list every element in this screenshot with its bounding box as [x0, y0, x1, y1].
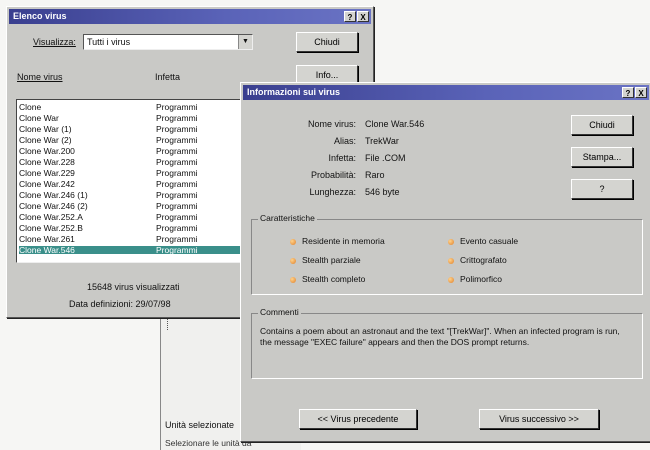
- alias-label: Alias:: [333, 136, 356, 146]
- comments-group: Commenti Contains a poem about an astron…: [251, 307, 643, 379]
- feature-item: Crittografato: [448, 255, 507, 265]
- virus-name-cell: Clone War.261: [19, 234, 75, 244]
- virus-infects-cell: Programmi: [156, 190, 198, 200]
- help-icon[interactable]: ?: [344, 11, 356, 22]
- virus-name-cell: Clone War.229: [19, 168, 75, 178]
- help-button[interactable]: ?: [571, 179, 633, 199]
- virus-infects-cell: Programmi: [156, 234, 198, 244]
- virus-infects-cell: Programmi: [156, 179, 198, 189]
- virus-infects-cell: Programmi: [156, 201, 198, 211]
- feature-item: Residente in memoria: [290, 236, 385, 246]
- virus-infects-cell: Programmi: [156, 135, 198, 145]
- virus-info-titlebar: Informazioni sui virus ? X: [243, 85, 649, 100]
- virus-name-cell: Clone: [19, 102, 42, 112]
- close-button[interactable]: Chiudi: [296, 32, 358, 52]
- view-select[interactable]: Tutti i virus ▼: [83, 34, 253, 50]
- virus-info-title: Informazioni sui virus: [247, 87, 341, 97]
- virus-info-window: Informazioni sui virus ? X Nome virus: C…: [240, 82, 650, 442]
- feature-item: Stealth completo: [290, 274, 365, 284]
- length-value: 546 byte: [365, 187, 400, 197]
- feature-bullet-icon: [448, 238, 454, 245]
- length-label: Lunghezza:: [309, 187, 356, 197]
- close-icon[interactable]: X: [635, 87, 647, 98]
- comments-title: Commenti: [258, 307, 301, 317]
- help-icon[interactable]: ?: [622, 87, 634, 98]
- features-title: Caratteristiche: [258, 213, 317, 223]
- virus-infects-cell: Programmi: [156, 212, 198, 222]
- virus-infects-cell: Programmi: [156, 102, 198, 112]
- col-infects-header[interactable]: Infetta: [155, 72, 180, 82]
- infects-label: Infetta:: [328, 153, 356, 163]
- virus-name-cell: Clone War.546: [19, 245, 75, 255]
- feature-item: Stealth parziale: [290, 255, 361, 265]
- virus-name-cell: Clone War (1): [19, 124, 72, 134]
- col-name-header[interactable]: Nome virus: [17, 72, 63, 82]
- virus-name-value: Clone War.546: [365, 119, 425, 129]
- virus-name-cell: Clone War.242: [19, 179, 75, 189]
- chevron-down-icon[interactable]: ▼: [238, 35, 252, 49]
- virus-infects-cell: Programmi: [156, 245, 198, 255]
- virus-name-cell: Clone War.200: [19, 146, 75, 156]
- probability-value: Raro: [365, 170, 385, 180]
- comment-text: Contains a poem about an astronaut and t…: [260, 326, 620, 347]
- selected-units-label: Unità selezionate: [165, 420, 235, 430]
- virus-list-titlebar: Elenco virus ? X: [9, 9, 371, 24]
- feature-item: Evento casuale: [448, 236, 518, 246]
- virus-infects-cell: Programmi: [156, 168, 198, 178]
- definitions-date-text: Data definizioni: 29/07/98: [69, 299, 171, 309]
- virus-name-cell: Clone War.228: [19, 157, 75, 167]
- view-label: Visualizza:: [33, 37, 76, 47]
- virus-name-cell: Clone War.246 (2): [19, 201, 88, 211]
- close-icon[interactable]: X: [357, 11, 369, 22]
- previous-virus-button[interactable]: << Virus precedente: [299, 409, 417, 429]
- feature-item: Polimorfico: [448, 274, 502, 284]
- feature-bullet-icon: [448, 257, 454, 264]
- feature-bullet-icon: [290, 257, 296, 264]
- virus-infects-cell: Programmi: [156, 146, 198, 156]
- features-group: Caratteristiche Residente in memoria Eve…: [251, 213, 643, 295]
- print-button[interactable]: Stampa...: [571, 147, 633, 167]
- virus-name-cell: Clone War.246 (1): [19, 190, 88, 200]
- alias-value: TrekWar: [365, 136, 399, 146]
- info-close-button[interactable]: Chiudi: [571, 115, 633, 135]
- virus-infects-cell: Programmi: [156, 124, 198, 134]
- probability-label: Probabilità:: [310, 170, 356, 180]
- virus-name-cell: Clone War.252.B: [19, 223, 83, 233]
- select-units-hint: Selezionare le unità da: [165, 438, 252, 448]
- feature-bullet-icon: [448, 276, 454, 283]
- virus-infects-cell: Programmi: [156, 157, 198, 167]
- virus-name-cell: Clone War.252.A: [19, 212, 83, 222]
- virus-infects-cell: Programmi: [156, 113, 198, 123]
- virus-list-title: Elenco virus: [13, 11, 67, 21]
- virus-name-cell: Clone War (2): [19, 135, 72, 145]
- virus-name-cell: Clone War: [19, 113, 59, 123]
- feature-bullet-icon: [290, 276, 296, 283]
- virus-infects-cell: Programmi: [156, 223, 198, 233]
- feature-bullet-icon: [290, 238, 296, 245]
- view-select-value: Tutti i virus: [87, 37, 131, 47]
- virus-count-text: 15648 virus visualizzati: [87, 282, 180, 292]
- virus-name-label: Nome virus:: [307, 119, 356, 129]
- infects-value: File .COM: [365, 153, 406, 163]
- next-virus-button[interactable]: Virus successivo >>: [479, 409, 599, 429]
